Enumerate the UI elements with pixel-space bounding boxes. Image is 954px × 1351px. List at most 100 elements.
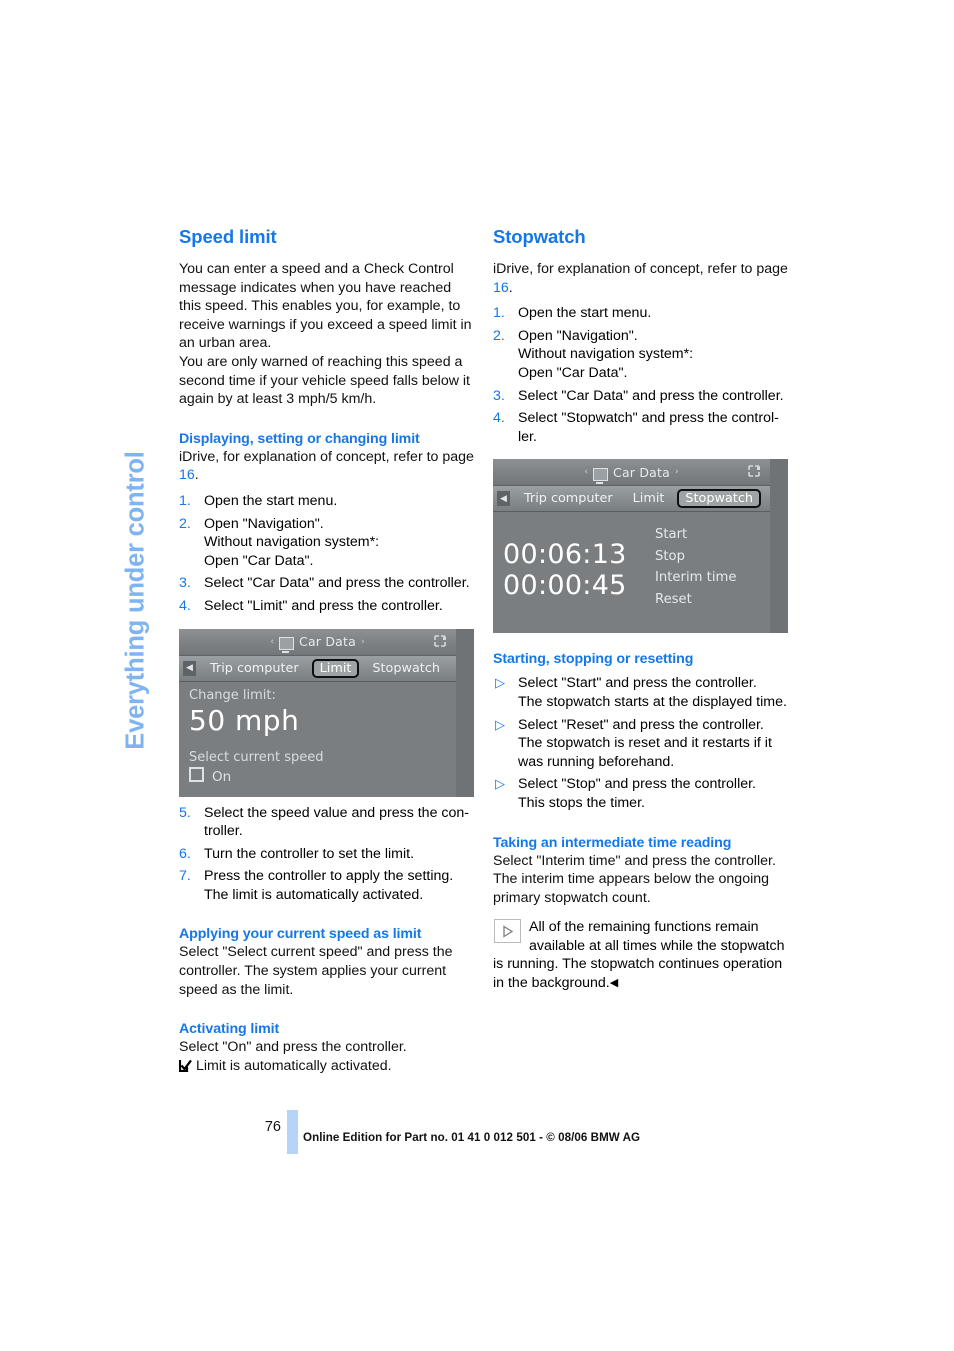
- select-current-speed-option[interactable]: Select current speed: [189, 750, 456, 766]
- activating-limit-body: Select "On" and press the controller.: [179, 1039, 407, 1056]
- manual-page: Everything under control Speed limit You…: [0, 0, 954, 1351]
- page-link-16-right[interactable]: 16: [493, 280, 509, 296]
- bullet-line: The stopwatch starts at the displayed ti…: [518, 693, 787, 710]
- idrive-content-stopwatch: 00:06:13 00:00:45 Start Stop Interim tim…: [493, 512, 770, 634]
- list-item: 4. Select "Limit" and press the controll…: [179, 597, 474, 616]
- step-number: 3.: [493, 387, 505, 404]
- list-item: 5. Select the speed value and press the …: [179, 804, 474, 841]
- back-arrow-icon[interactable]: ◀: [183, 660, 196, 676]
- speed-limit-intro-paragraph-1: You can enter a speed and a Check Contro…: [179, 261, 472, 352]
- list-item: 3. Select "Car Data" and press the contr…: [179, 574, 474, 593]
- limit-value[interactable]: 50 mph: [189, 704, 456, 737]
- bullet-line: Select "Stop" and press the controller.: [518, 776, 756, 793]
- step-line: Select "Limit" and press the controller.: [204, 597, 443, 614]
- chevron-right-icon[interactable]: ›: [361, 637, 365, 647]
- triangle-bullet-icon: ▷: [495, 675, 505, 691]
- bullet-line: The stopwatch is reset and it restarts i…: [518, 735, 772, 752]
- stopwatch-menu-start[interactable]: Start: [655, 524, 736, 546]
- idrive-tab-limit[interactable]: Limit: [626, 490, 672, 507]
- idrive-tab-trip-computer[interactable]: Trip computer: [517, 490, 620, 507]
- idrive-corner-icon: [432, 633, 448, 652]
- idrive-content-limit: Change limit: 50 mph Select current spee…: [179, 681, 456, 797]
- chevron-right-icon[interactable]: ›: [675, 467, 679, 477]
- idrive-tab-limit[interactable]: Limit: [311, 658, 360, 678]
- bullet-line: Select "Start" and press the controller.: [518, 675, 757, 692]
- stopwatch-steps: 1. Open the start menu. 2. Open "Navigat…: [493, 304, 788, 446]
- monitor-icon: [593, 467, 609, 484]
- subheading-activating-limit: Activating limit: [179, 1021, 280, 1038]
- step-line: Turn the controller to set the limit.: [204, 845, 415, 862]
- stopwatch-menu-stop[interactable]: Stop: [655, 546, 736, 568]
- stopwatch-bullets: ▷ Select "Start" and press the controlle…: [493, 674, 788, 812]
- step-line: Select "Car Data" and press the controll…: [518, 387, 784, 404]
- step-line: Open the start menu.: [204, 492, 338, 509]
- step-line: Select the speed value and press the con…: [204, 804, 470, 821]
- idrive-screenshot-limit: ‹ Car Data › ◀ Trip computer Limit Stopw…: [179, 628, 474, 797]
- limit-on-option[interactable]: On: [189, 766, 456, 786]
- step-line: Select "Car Data" and press the controll…: [204, 575, 470, 592]
- idrive-title-label: Car Data: [299, 634, 356, 649]
- step-line: ler.: [518, 428, 537, 445]
- triangle-bullet-icon: ▷: [495, 716, 505, 732]
- activating-limit-note-text: Limit is automatically activated.: [196, 1057, 392, 1074]
- chevron-left-icon[interactable]: ‹: [270, 637, 274, 647]
- list-item: 1. Open the start menu.: [179, 492, 474, 511]
- step-number: 2.: [179, 515, 191, 532]
- info-note-block: All of the remaining functions remain av…: [493, 918, 788, 993]
- idrive-reference-right: iDrive, for explanation of concept, refe…: [493, 260, 788, 297]
- stopwatch-times: 00:06:13 00:00:45: [503, 522, 655, 610]
- idrive-screenshot-stopwatch: ‹ Car Data › ◀ Trip computer Limit Stopw…: [493, 459, 788, 634]
- step-number: 7.: [179, 868, 191, 885]
- chapter-tab: Everything under control: [108, 215, 164, 749]
- step-number: 5.: [179, 804, 191, 821]
- step-number: 4.: [179, 597, 191, 614]
- step-line: Open "Car Data".: [518, 364, 628, 381]
- activating-limit-note: Limit is automatically activated.: [178, 1057, 474, 1076]
- chapter-tab-label: Everything under control: [121, 451, 150, 750]
- bullet-line: was running beforehand.: [518, 753, 675, 770]
- stopwatch-menu-interim-time[interactable]: Interim time: [655, 567, 736, 589]
- info-note-rest: is running. The stopwatch continues oper…: [493, 956, 783, 992]
- step-line: Open the start menu.: [518, 305, 652, 322]
- speed-limit-intro-paragraph-2: You are only warned of reaching this spe…: [179, 353, 470, 408]
- page-link-16-left[interactable]: 16: [179, 467, 195, 483]
- footer-imprint: Online Edition for Part no. 01 41 0 012 …: [303, 1131, 641, 1144]
- page-number: 76: [264, 1119, 281, 1135]
- limit-on-label: On: [212, 768, 232, 785]
- intermediate-time-body: Select "Interim time" and press the cont…: [493, 852, 776, 906]
- checkmark-box-icon: [178, 1059, 192, 1072]
- right-column: Stopwatch iDrive, for explanation of con…: [493, 226, 788, 994]
- idrive-title-bar-limit: ‹ Car Data ›: [179, 628, 456, 656]
- stopwatch-menu-reset[interactable]: Reset: [655, 589, 736, 611]
- figure-code-limit: ·: [466, 788, 472, 791]
- idrive-tab-trip-computer[interactable]: Trip computer: [203, 660, 306, 677]
- subheading-intermediate-time-reading: Taking an intermediate time reading: [493, 834, 732, 851]
- idrive-tab-stopwatch[interactable]: Stopwatch: [365, 660, 447, 677]
- step-number: 2.: [493, 327, 505, 344]
- list-item: 7. Press the controller to apply the set…: [179, 867, 474, 904]
- idrive-tab-stopwatch[interactable]: Stopwatch: [677, 489, 761, 509]
- stopwatch-interim-time: 00:00:45: [503, 570, 627, 602]
- idrive-reference-left-text: iDrive, for explanation of concept, refe…: [179, 448, 474, 465]
- checkbox-icon[interactable]: [189, 766, 204, 782]
- limit-steps-5-7: 5. Select the speed value and press the …: [179, 804, 474, 905]
- list-item: ▷ Select "Reset" and press the controlle…: [493, 716, 788, 772]
- list-item: 4. Select "Stopwatch" and press the cont…: [493, 409, 788, 446]
- step-number: 1.: [179, 492, 191, 509]
- list-item: 2. Open "Navigation". Without navigation…: [493, 327, 788, 383]
- back-arrow-icon[interactable]: ◀: [497, 491, 510, 507]
- limit-steps-1-4: 1. Open the start menu. 2. Open "Navigat…: [179, 492, 474, 616]
- list-item: 1. Open the start menu.: [493, 304, 788, 323]
- idrive-title-bar-stopwatch: ‹ Car Data ›: [493, 459, 770, 487]
- subheading-starting-stopping-resetting: Starting, stopping or resetting: [493, 651, 694, 668]
- step-line: Open "Navigation".: [518, 327, 638, 344]
- step-number: 4.: [493, 410, 505, 427]
- change-limit-label: Change limit:: [189, 687, 276, 703]
- step-line: Select "Stopwatch" and press the control…: [518, 410, 779, 427]
- step-line: Open "Car Data".: [204, 552, 314, 569]
- step-number: 3.: [179, 575, 191, 592]
- stopwatch-main-time: 00:06:13: [503, 539, 627, 571]
- list-item: 2. Open "Navigation". Without navigation…: [179, 515, 474, 571]
- chevron-left-icon[interactable]: ‹: [584, 467, 588, 477]
- section-heading-stopwatch: Stopwatch: [493, 226, 586, 247]
